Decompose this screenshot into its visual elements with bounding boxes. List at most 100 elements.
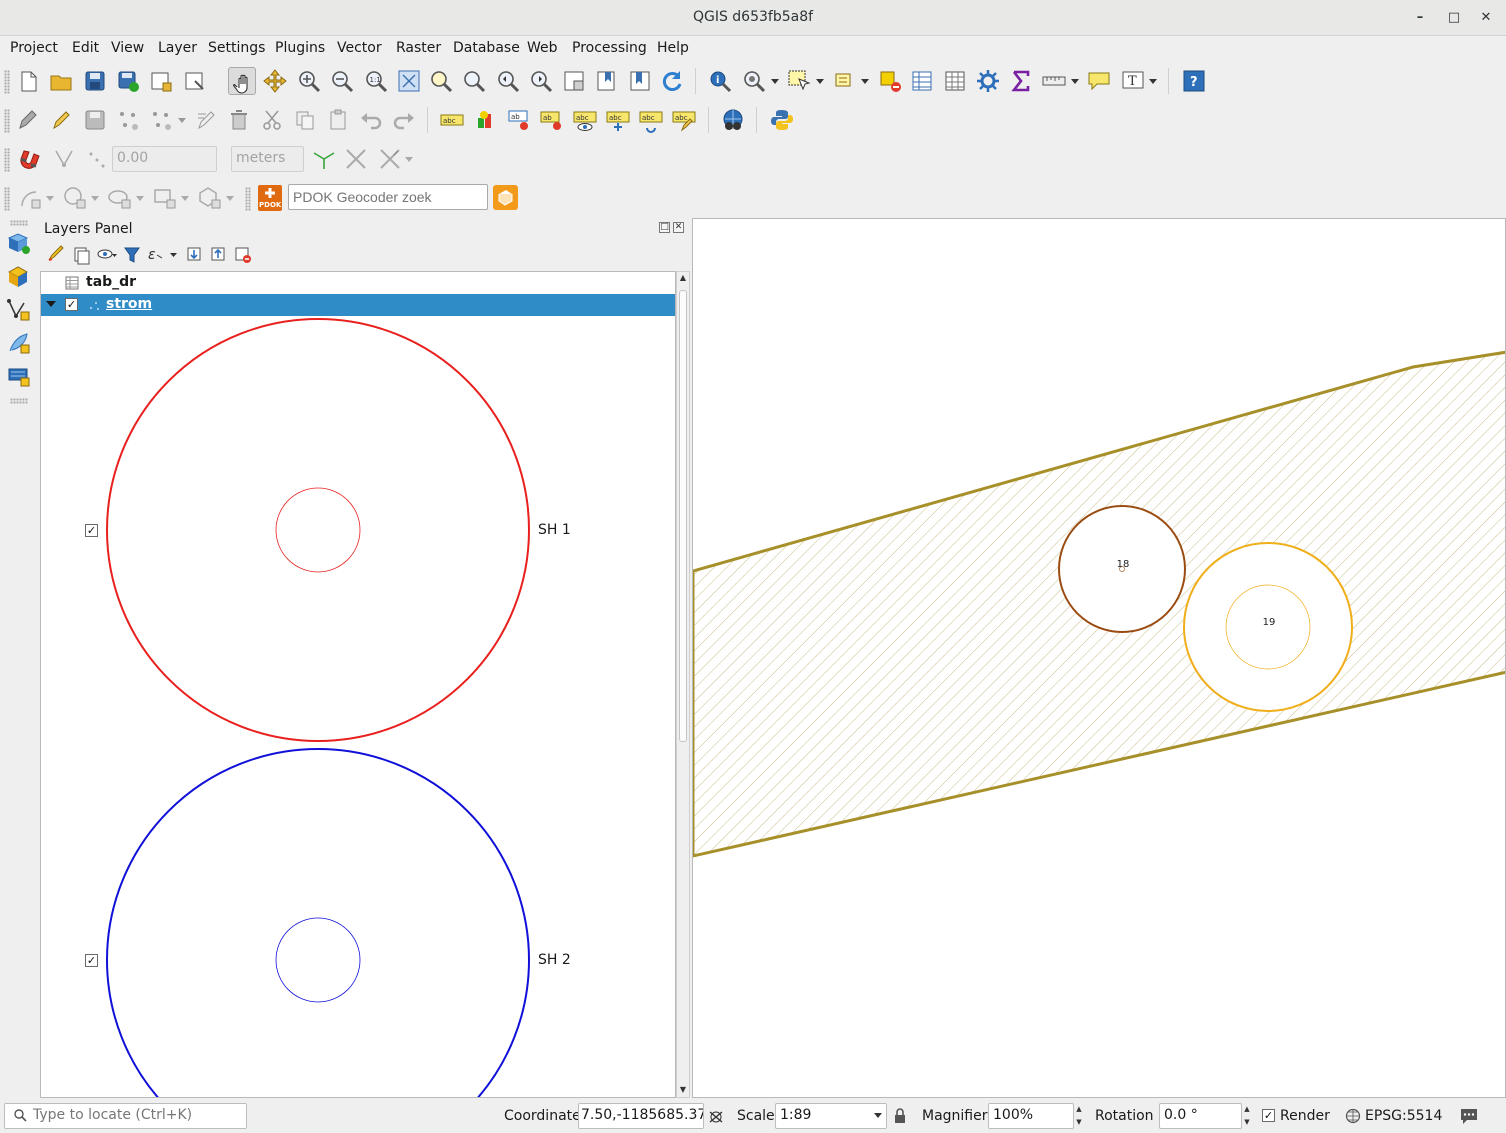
- pdok-logo-icon[interactable]: PDOK: [258, 185, 282, 211]
- toolbox-icon[interactable]: [974, 67, 1002, 95]
- magnifier-spinner[interactable]: ▲ ▼: [1073, 1103, 1085, 1129]
- statistics-panel-icon[interactable]: [941, 67, 969, 95]
- select-features-icon[interactable]: [785, 67, 813, 95]
- scrollbar-thumb[interactable]: [679, 290, 687, 742]
- collapse-all-icon[interactable]: [208, 242, 228, 266]
- lock-scale-icon[interactable]: [893, 1104, 907, 1128]
- vertex-tool-icon[interactable]: [147, 106, 175, 134]
- chevron-down-icon[interactable]: [180, 184, 190, 212]
- avoid-overlap-icon[interactable]: [376, 145, 404, 173]
- add-regular-polygon-icon[interactable]: [196, 184, 224, 212]
- toolbar-handle[interactable]: [4, 148, 10, 172]
- add-circular-string-icon[interactable]: [16, 184, 44, 212]
- toolbar-handle[interactable]: [10, 398, 28, 404]
- zoom-next-icon[interactable]: [527, 67, 555, 95]
- zoom-to-layer-icon[interactable]: [460, 67, 488, 95]
- add-point-feature-icon[interactable]: [114, 106, 142, 134]
- layer-row-strom[interactable]: ✓ strom: [41, 294, 675, 316]
- chevron-down-icon[interactable]: [1148, 67, 1158, 95]
- snapping-tolerance-input[interactable]: 0.00: [112, 146, 217, 172]
- toolbar-handle[interactable]: [4, 70, 10, 94]
- layer-labeling-icon[interactable]: abc: [438, 106, 466, 134]
- legend-checkbox-sh2[interactable]: ✓: [85, 954, 98, 967]
- pan-to-selection-icon[interactable]: [261, 67, 289, 95]
- menu-help[interactable]: Help: [657, 40, 689, 56]
- new-geopackage-layer-icon[interactable]: [5, 263, 33, 291]
- help-icon[interactable]: ?: [1180, 67, 1208, 95]
- toolbar-handle[interactable]: [4, 187, 10, 211]
- menu-vector[interactable]: Vector: [337, 40, 382, 56]
- save-edits-icon[interactable]: [81, 106, 109, 134]
- toolbar-handle[interactable]: [245, 187, 251, 211]
- menu-processing[interactable]: Processing: [572, 40, 647, 56]
- locator-search-input[interactable]: Type to locate (Ctrl+K): [4, 1103, 247, 1129]
- show-hide-labels-icon[interactable]: abc: [571, 106, 599, 134]
- expand-all-icon[interactable]: [184, 242, 204, 266]
- menu-settings[interactable]: Settings: [208, 40, 265, 56]
- snapping-magnet-icon[interactable]: [16, 145, 44, 173]
- coordinate-field[interactable]: 7.50,-1185685.37: [578, 1103, 704, 1129]
- magnifier-input[interactable]: 100%: [988, 1103, 1074, 1129]
- move-label-icon[interactable]: abc: [604, 106, 632, 134]
- run-action-icon[interactable]: [740, 67, 768, 95]
- modify-attributes-icon[interactable]: [193, 106, 221, 134]
- menu-edit[interactable]: Edit: [72, 40, 99, 56]
- redo-icon[interactable]: [390, 106, 418, 134]
- geocoder-clear-icon[interactable]: [493, 185, 518, 210]
- cut-features-icon[interactable]: [258, 106, 286, 134]
- copy-features-icon[interactable]: [291, 106, 319, 134]
- deselect-all-icon[interactable]: [876, 67, 904, 95]
- pin-labels-icon[interactable]: ab: [505, 106, 533, 134]
- filter-legend-icon[interactable]: [122, 242, 142, 266]
- chevron-down-icon[interactable]: [815, 67, 825, 95]
- map-tips-icon[interactable]: [1085, 67, 1113, 95]
- layer-diagram-icon[interactable]: [472, 106, 500, 134]
- new-map-view-icon[interactable]: [560, 67, 588, 95]
- layer-tree-scrollbar[interactable]: ▲ ▼: [676, 271, 690, 1098]
- toolbar-handle[interactable]: [4, 109, 10, 133]
- zoom-out-icon[interactable]: [328, 67, 356, 95]
- menu-web[interactable]: Web: [527, 40, 558, 56]
- rotation-input[interactable]: 0.0 °: [1159, 1103, 1242, 1129]
- crs-globe-icon[interactable]: [1344, 1107, 1362, 1125]
- delete-selected-icon[interactable]: [225, 106, 253, 134]
- metasearch-icon[interactable]: [719, 106, 747, 134]
- change-label-icon[interactable]: abc: [670, 106, 698, 134]
- chevron-down-icon[interactable]: [860, 67, 870, 95]
- render-checkbox[interactable]: ✓: [1262, 1109, 1275, 1122]
- new-project-icon[interactable]: [14, 67, 42, 95]
- save-as-icon[interactable]: [114, 67, 142, 95]
- crs-label[interactable]: EPSG:5514: [1365, 1108, 1442, 1124]
- menu-raster[interactable]: Raster: [396, 40, 441, 56]
- messages-icon[interactable]: [1458, 1105, 1480, 1127]
- scroll-up-arrow[interactable]: ▲: [678, 273, 688, 283]
- manage-map-themes-icon[interactable]: [96, 242, 118, 266]
- snapping-type-icon[interactable]: [82, 145, 110, 173]
- map-canvas[interactable]: 18 19: [692, 218, 1506, 1098]
- chevron-down-icon[interactable]: [225, 184, 235, 212]
- open-attribute-table-icon[interactable]: [908, 67, 936, 95]
- chevron-down-icon[interactable]: [177, 106, 187, 134]
- close-panel-button[interactable]: ✕: [673, 222, 684, 233]
- topological-editing-icon[interactable]: [310, 145, 338, 173]
- toggle-editing-icon[interactable]: [47, 106, 75, 134]
- open-project-icon[interactable]: [47, 67, 75, 95]
- rotate-label-icon[interactable]: abc: [637, 106, 665, 134]
- zoom-full-icon[interactable]: [395, 67, 423, 95]
- snap-to-vertex-icon[interactable]: [50, 145, 78, 173]
- text-annotation-icon[interactable]: T: [1119, 67, 1147, 95]
- layer-visibility-checkbox-strom[interactable]: ✓: [65, 298, 78, 311]
- menu-view[interactable]: View: [111, 40, 144, 56]
- style-manager-icon[interactable]: [46, 242, 66, 266]
- select-by-value-icon[interactable]: [831, 67, 859, 95]
- paste-features-icon[interactable]: [324, 106, 352, 134]
- pan-map-icon[interactable]: [228, 67, 256, 95]
- float-panel-button[interactable]: □: [659, 222, 670, 233]
- expand-arrow-icon[interactable]: [46, 301, 56, 307]
- undo-icon[interactable]: [357, 106, 385, 134]
- refresh-icon[interactable]: [658, 67, 686, 95]
- show-bookmarks-icon[interactable]: [626, 67, 654, 95]
- new-virtual-layer-icon[interactable]: [5, 362, 33, 390]
- maximize-button[interactable]: □: [1444, 8, 1464, 28]
- layer-row-tab-dr[interactable]: tab_dr: [41, 272, 675, 294]
